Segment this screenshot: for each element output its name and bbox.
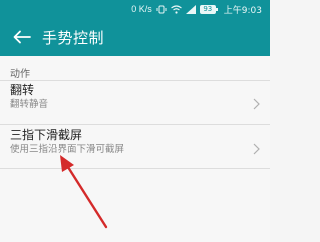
app-bar: 手势控制	[0, 18, 270, 56]
divider	[0, 80, 270, 81]
list-item-subtitle: 使用三指沿界面下滑可截屏	[10, 144, 125, 155]
list-item-title: 翻转	[10, 83, 35, 97]
signal-icon	[185, 4, 196, 14]
list-item-three-finger-screenshot[interactable]: 三指下滑截屏 使用三指沿界面下滑可截屏	[0, 128, 270, 168]
section-header: 动作	[10, 69, 30, 80]
list-item-flip[interactable]: 翻转 翻转静音	[0, 83, 270, 123]
arrow-left-icon	[13, 30, 31, 44]
divider	[0, 168, 270, 169]
battery-icon: 93	[199, 4, 218, 14]
list-item-subtitle: 翻转静音	[10, 99, 49, 110]
network-speed: 0 K/s	[131, 4, 152, 14]
page-title: 手势控制	[42, 28, 105, 47]
settings-list: 动作 翻转 翻转静音 三指下滑截屏 使用三指沿界面下滑可截屏	[0, 56, 270, 242]
divider	[0, 124, 270, 125]
status-time: 上午9:03	[223, 5, 262, 16]
status-bar: 0 K/s 93 上午9:03	[0, 0, 270, 18]
chevron-right-icon	[253, 95, 260, 114]
vibrate-icon	[156, 5, 167, 14]
list-item-title: 三指下滑截屏	[10, 128, 83, 142]
back-button[interactable]	[10, 25, 34, 49]
wifi-icon	[170, 4, 182, 14]
chevron-right-icon	[253, 140, 260, 159]
